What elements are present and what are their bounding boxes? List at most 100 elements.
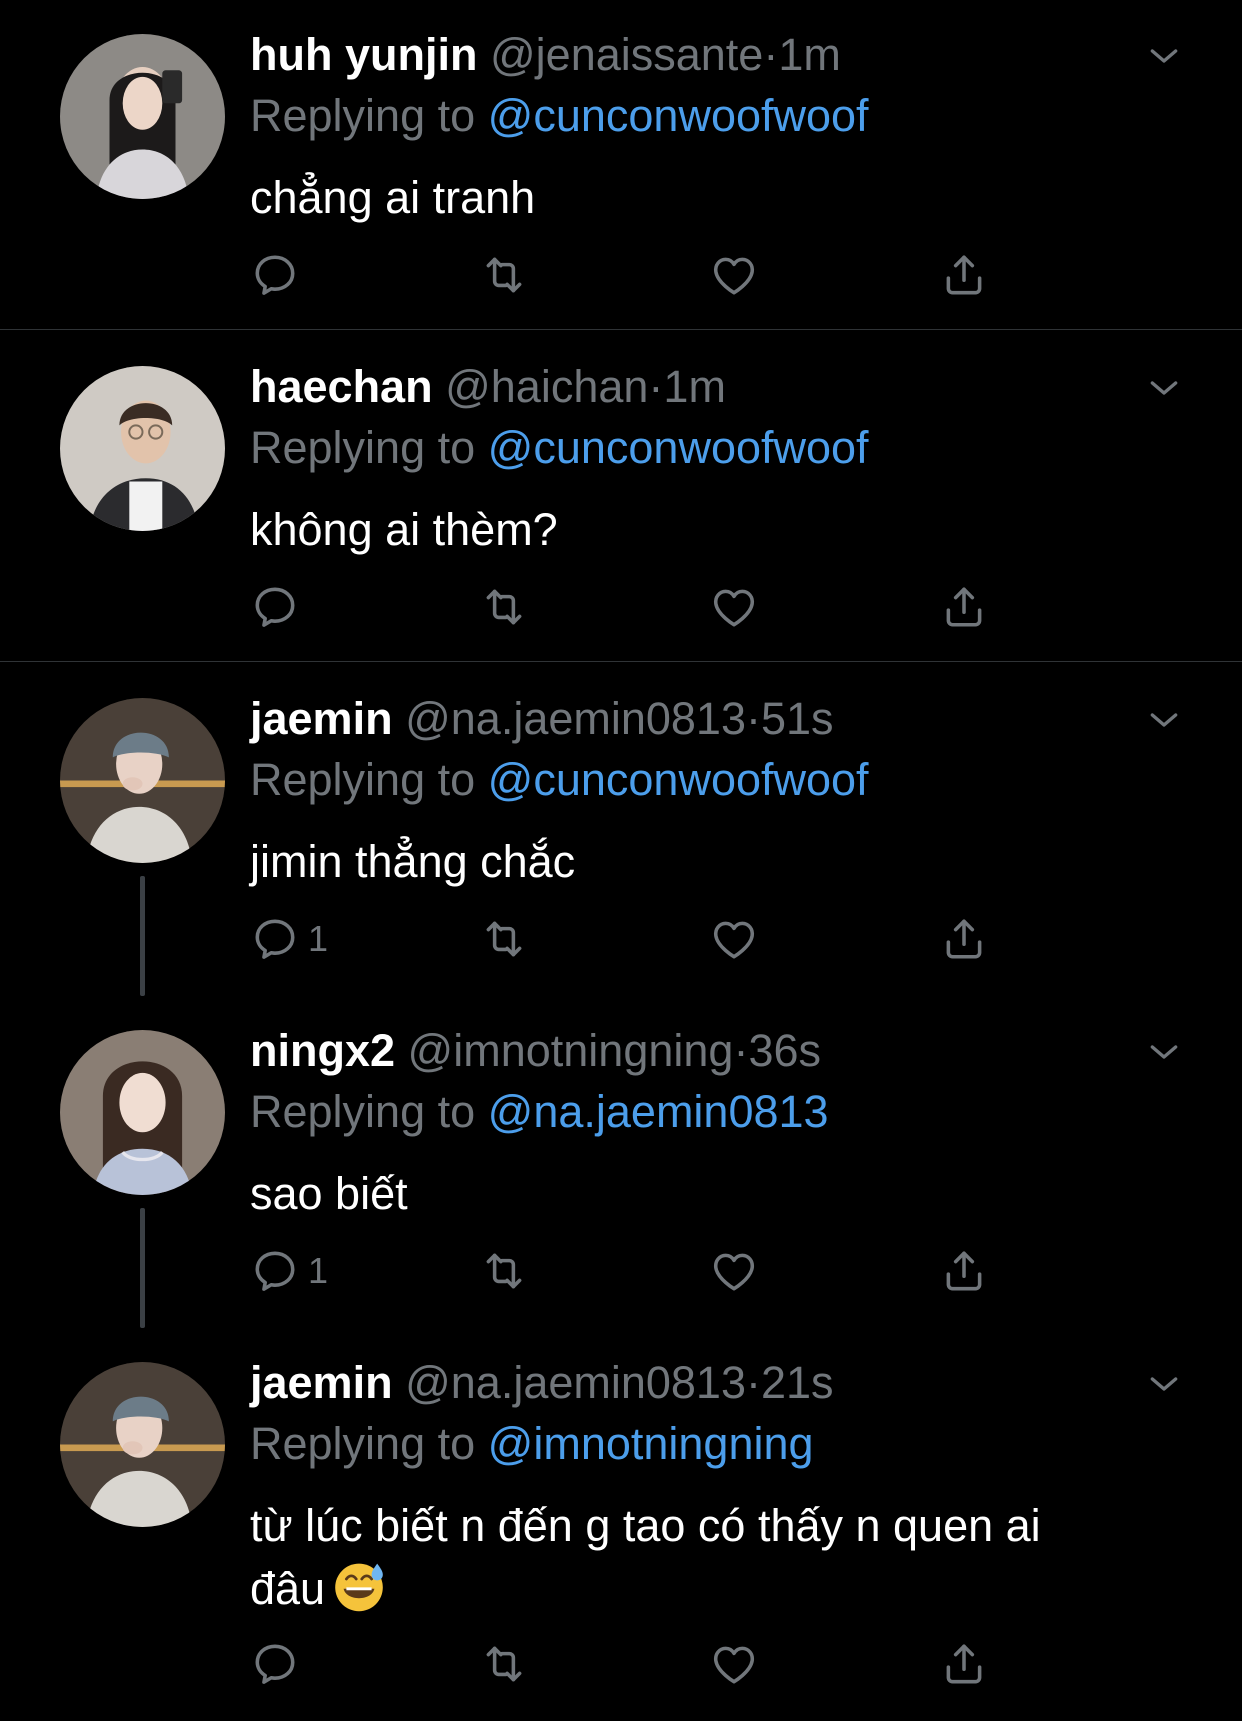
heart-icon (709, 250, 759, 300)
user-handle[interactable]: @imnotningning (408, 1025, 734, 1076)
mention-link[interactable]: @cunconwoofwoof (488, 422, 869, 473)
reply-count: 1 (308, 918, 329, 959)
share-button[interactable] (939, 577, 989, 637)
replying-to-label: Replying to (250, 1086, 476, 1137)
display-name[interactable]: jaemin (250, 1357, 393, 1408)
like-button[interactable] (709, 1634, 759, 1694)
share-icon (939, 914, 989, 964)
display-name[interactable]: ningx2 (250, 1025, 395, 1076)
separator-dot: · (745, 1357, 761, 1408)
divider (0, 661, 1242, 662)
replying-to-label: Replying to (250, 90, 476, 141)
reply-button[interactable] (250, 1634, 308, 1694)
avatar[interactable] (60, 366, 225, 531)
mention-link[interactable]: @imnotningning (488, 1418, 814, 1469)
timestamp[interactable]: 1m (778, 29, 841, 80)
share-icon (939, 1639, 989, 1689)
action-bar: 1 (250, 1241, 1010, 1301)
like-button[interactable] (709, 909, 759, 969)
divider (0, 329, 1242, 330)
timestamp[interactable]: 1m (663, 361, 726, 412)
avatar[interactable] (60, 1362, 225, 1527)
replying-to: Replying to @cunconwoofwoof (250, 91, 869, 141)
tweet-header: jaemin @na.jaemin0813·51s (250, 694, 834, 744)
tweet-text: từ lúc biết n đến g tao có thấy n quen a… (250, 1494, 1170, 1620)
replying-to: Replying to @na.jaemin0813 (250, 1087, 829, 1137)
retweet-icon (479, 1246, 529, 1296)
heart-icon (709, 1639, 759, 1689)
replying-to-label: Replying to (250, 422, 476, 473)
retweet-button[interactable] (479, 1241, 529, 1301)
tweet-text-line-2: đâu (250, 1557, 1170, 1620)
tweet[interactable]: jaemin @na.jaemin0813·21s Replying to @i… (0, 1328, 1242, 1721)
retweet-icon (479, 1639, 529, 1689)
like-button[interactable] (709, 245, 759, 305)
tweet-header: jaemin @na.jaemin0813·21s (250, 1358, 834, 1408)
like-button[interactable] (709, 1241, 759, 1301)
mention-link[interactable]: @na.jaemin0813 (488, 1086, 829, 1137)
avatar[interactable] (60, 34, 225, 199)
share-icon (939, 250, 989, 300)
reply-icon (250, 1639, 300, 1689)
reply-button[interactable] (250, 577, 308, 637)
share-icon (939, 1246, 989, 1296)
tweet-text: không ai thèm? (250, 504, 558, 555)
like-button[interactable] (709, 577, 759, 637)
tweet[interactable]: jaemin @na.jaemin0813·51s Replying to @c… (0, 664, 1242, 996)
tweet-header: haechan @haichan·1m (250, 362, 726, 412)
user-handle[interactable]: @haichan (445, 361, 648, 412)
timestamp[interactable]: 51s (761, 693, 834, 744)
reply-button[interactable] (250, 245, 308, 305)
tweet[interactable]: ningx2 @imnotningning·36s Replying to @n… (0, 996, 1242, 1328)
retweet-button[interactable] (479, 577, 529, 637)
mention-link[interactable]: @cunconwoofwoof (488, 90, 869, 141)
avatar[interactable] (60, 698, 225, 863)
reply-icon (250, 914, 300, 964)
chevron-down-icon[interactable] (1144, 368, 1184, 408)
display-name[interactable]: huh yunjin (250, 29, 477, 80)
share-button[interactable] (939, 1634, 989, 1694)
separator-dot: · (648, 361, 664, 412)
tweet-text-line: từ lúc biết n đến g tao có thấy n quen a… (250, 1500, 1041, 1551)
reply-icon (250, 1246, 300, 1296)
reply-button[interactable]: 1 (250, 1241, 328, 1301)
retweet-icon (479, 914, 529, 964)
display-name[interactable]: jaemin (250, 693, 393, 744)
tweet-header: ningx2 @imnotningning·36s (250, 1026, 821, 1076)
replying-to: Replying to @imnotningning (250, 1419, 814, 1469)
chevron-down-icon[interactable] (1144, 1364, 1184, 1404)
tweet[interactable]: haechan @haichan·1m Replying to @cunconw… (0, 332, 1242, 661)
timestamp[interactable]: 21s (761, 1357, 834, 1408)
share-icon (939, 582, 989, 632)
mention-link[interactable]: @cunconwoofwoof (488, 754, 869, 805)
replying-to: Replying to @cunconwoofwoof (250, 755, 869, 805)
chevron-down-icon[interactable] (1144, 700, 1184, 740)
share-button[interactable] (939, 1241, 989, 1301)
replying-to-label: Replying to (250, 754, 476, 805)
retweet-button[interactable] (479, 245, 529, 305)
timestamp[interactable]: 36s (748, 1025, 821, 1076)
avatar[interactable] (60, 1030, 225, 1195)
chevron-down-icon[interactable] (1144, 1032, 1184, 1072)
retweet-button[interactable] (479, 909, 529, 969)
reply-button[interactable]: 1 (250, 909, 328, 969)
retweet-button[interactable] (479, 1634, 529, 1694)
share-button[interactable] (939, 909, 989, 969)
user-handle[interactable]: @na.jaemin0813 (405, 693, 746, 744)
replying-to: Replying to @cunconwoofwoof (250, 423, 869, 473)
tweet[interactable]: huh yunjin @jenaissante·1m Replying to @… (0, 0, 1242, 329)
heart-icon (709, 1246, 759, 1296)
user-handle[interactable]: @na.jaemin0813 (405, 1357, 746, 1408)
reply-icon (250, 582, 300, 632)
replying-to-label: Replying to (250, 1418, 476, 1469)
action-bar (250, 245, 1010, 305)
action-bar (250, 577, 1010, 637)
tweet-text: sao biết (250, 1168, 408, 1219)
heart-icon (709, 914, 759, 964)
display-name[interactable]: haechan (250, 361, 433, 412)
user-handle[interactable]: @jenaissante (490, 29, 763, 80)
share-button[interactable] (939, 245, 989, 305)
thread-line (140, 1208, 145, 1328)
reply-icon (250, 250, 300, 300)
chevron-down-icon[interactable] (1144, 36, 1184, 76)
